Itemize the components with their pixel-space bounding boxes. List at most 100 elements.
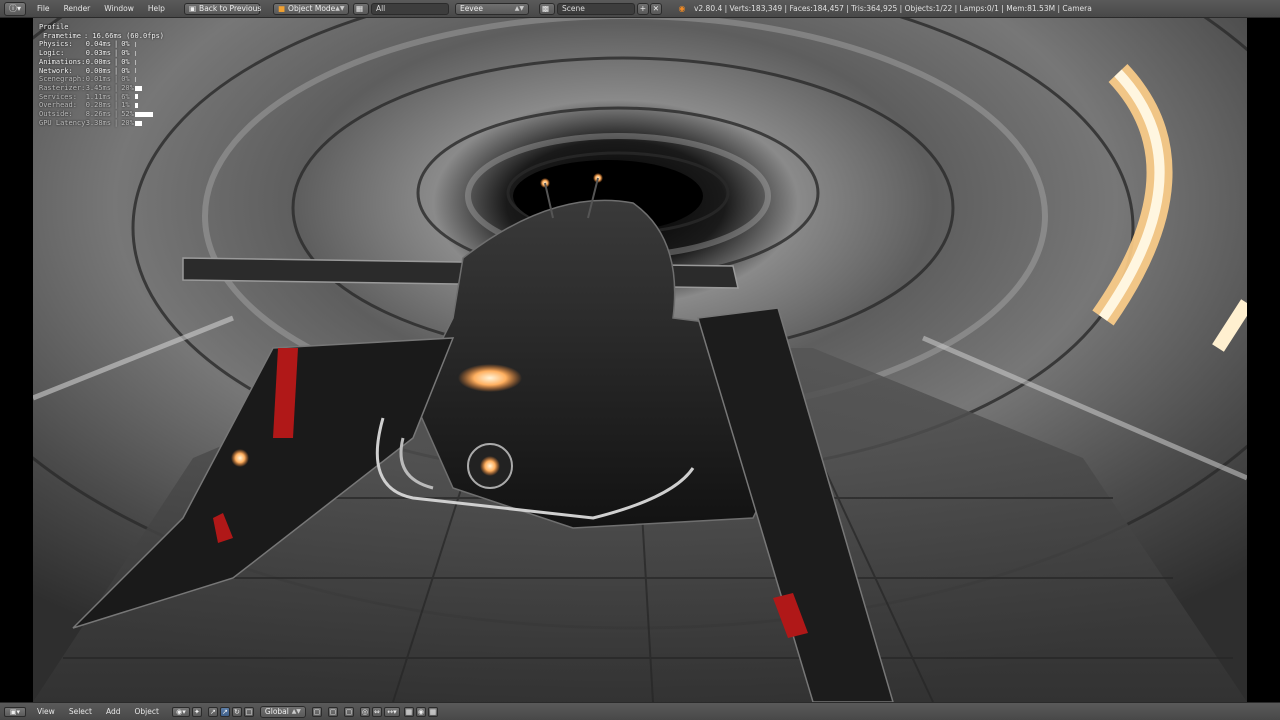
editor-type-icon[interactable]: ▣▾ xyxy=(4,706,26,717)
layer-toggle-icon[interactable]: ▢ xyxy=(311,706,322,717)
rotate-manipulator-icon[interactable]: ↻ xyxy=(231,706,242,717)
viewport-letterbox-left xyxy=(0,18,33,702)
menu-select[interactable]: Select xyxy=(62,707,99,716)
menu-file[interactable]: File xyxy=(30,4,57,13)
profile-row-percent: 0% xyxy=(121,75,130,84)
profile-row-separator: | xyxy=(114,110,119,119)
profile-row: Overhead: 0.28ms | 1% xyxy=(39,101,164,110)
translate-manipulator-icon[interactable]: ↗ xyxy=(219,706,230,717)
3d-view-header: ▣▾ View Select Add Object ◉▾ ✦ ↗ ↗ ↻ □ G… xyxy=(0,702,1280,720)
scene-render xyxy=(33,18,1247,702)
profile-row-name: Scenegraph: xyxy=(39,75,86,84)
menu-render[interactable]: Render xyxy=(57,4,98,13)
scene-field[interactable]: Scene xyxy=(556,2,635,15)
render-engine-label: Eevee xyxy=(459,4,483,13)
scale-manipulator-icon[interactable]: □ xyxy=(243,706,254,717)
snap-toggle-icon[interactable]: ⇔ xyxy=(371,706,382,717)
screen-layout-icon[interactable]: ▦ xyxy=(352,2,369,15)
scene-statistics: v2.80.4 | Verts:183,349 | Faces:184,457 … xyxy=(693,4,1092,13)
profile-row: Network: 0.00ms | 0% xyxy=(39,67,164,76)
profile-row-bar xyxy=(135,111,154,117)
profile-row-time: 3.45ms xyxy=(85,83,111,92)
layout-field[interactable]: All xyxy=(370,2,449,15)
profile-row-bar xyxy=(135,85,143,91)
render-preview-icon[interactable]: ▦ xyxy=(403,706,414,717)
profile-row-percent: 20% xyxy=(121,118,134,127)
profile-row-bar xyxy=(135,120,143,126)
blender-logo-icon: ◉ xyxy=(678,4,686,13)
profile-row-percent: 0% xyxy=(121,66,130,75)
viewport-letterbox-right xyxy=(1247,18,1280,702)
profile-rows: Frametime: 16.66ms (60.0fps) Physics: 0.04… xyxy=(39,32,164,128)
pivot-point-icon[interactable]: ✦ xyxy=(191,706,202,717)
opengl-render-icon[interactable]: ▦ xyxy=(427,706,438,717)
camera-render-icon[interactable]: ◉ xyxy=(415,706,426,717)
profile-row-name: Physics: xyxy=(39,40,73,49)
layout-field-value: All xyxy=(375,4,386,13)
editor-type-icon[interactable]: ⓘ▾ xyxy=(4,1,26,16)
profile-row: Physics: 0.04ms | 0% xyxy=(39,40,164,49)
profile-row-bar xyxy=(135,42,137,48)
profile-row-name: Outside: xyxy=(39,110,73,119)
mode-label: Object Mode xyxy=(288,4,336,13)
profile-row-time: 0.04ms xyxy=(85,40,111,49)
profile-row-separator: | xyxy=(114,75,119,84)
menu-object[interactable]: Object xyxy=(127,707,165,716)
profile-row-separator: | xyxy=(114,49,119,58)
profile-row-percent: 0% xyxy=(121,49,130,58)
transform-orientation-selector[interactable]: Global ▲▼ xyxy=(259,705,306,718)
profile-row: Scenegraph: 0.01ms | 0% xyxy=(39,75,164,84)
3d-viewport[interactable]: Profile Frametime: 16.66ms (60.0fps) Phys… xyxy=(33,18,1247,702)
profile-row-percent: 0% xyxy=(121,40,130,49)
profile-row-percent: 0% xyxy=(121,57,130,66)
profile-row-name: Animations: xyxy=(39,57,86,66)
profile-row-name: GPU Latency: xyxy=(39,118,90,127)
profile-row-time: 0.00ms xyxy=(85,57,111,66)
profile-row-bar xyxy=(135,94,139,100)
profile-row-bar xyxy=(135,77,137,83)
profile-row-time: 0.03ms xyxy=(85,49,111,58)
profile-row: Logic: 0.03ms | 0% xyxy=(39,49,164,58)
chevron-down-icon: ▲▼ xyxy=(514,5,524,12)
close-scene-button[interactable]: ✕ xyxy=(649,2,662,15)
object-mode-icon: ■ xyxy=(277,4,286,13)
profile-row-name: Rasterizer: xyxy=(39,83,86,92)
menu-window[interactable]: Window xyxy=(97,4,141,13)
scene-type-icon[interactable]: ▩ xyxy=(538,2,555,15)
menu-help[interactable]: Help xyxy=(141,4,172,13)
profile-row-name: Logic: xyxy=(39,49,65,58)
chevron-down-icon: ▲▼ xyxy=(335,5,345,12)
chevron-down-icon: ▲▼ xyxy=(291,708,301,715)
back-to-previous-label: Back to Previous xyxy=(199,4,262,13)
profile-row-time: 8.26ms xyxy=(85,110,111,119)
back-icon: ▣ xyxy=(188,4,197,13)
render-engine-selector[interactable]: Eevee ▲▼ xyxy=(454,2,529,15)
layer-toggle-icon[interactable]: ▢ xyxy=(327,706,338,717)
mode-selector[interactable]: ■ Object Mode ▲▼ xyxy=(272,2,349,15)
snap-element-icon[interactable]: ↔▾ xyxy=(383,706,400,717)
profile-row: GPU Latency: 3.38ms | 20% xyxy=(39,119,164,128)
viewport-shading-icon[interactable]: ◉▾ xyxy=(171,706,190,717)
profile-row-separator: | xyxy=(114,118,119,127)
profile-row-name: Network: xyxy=(39,66,73,75)
profile-overlay: Profile Frametime: 16.66ms (60.0fps) Phys… xyxy=(39,23,164,127)
transform-orientation-label: Global xyxy=(264,707,289,716)
menu-add[interactable]: Add xyxy=(99,707,128,716)
profile-row-percent: 52% xyxy=(121,110,134,119)
back-to-previous-button[interactable]: ▣ Back to Previous xyxy=(183,2,262,15)
add-scene-button[interactable]: + xyxy=(636,2,649,15)
layer-toggle-icon[interactable]: ▢ xyxy=(343,706,354,717)
profile-row-bar xyxy=(135,50,137,56)
manipulator-toggle-icon[interactable]: ↗ xyxy=(207,706,218,717)
proportional-edit-icon[interactable]: ◎ xyxy=(359,706,370,717)
profile-row: Rasterizer: 3.45ms | 20% xyxy=(39,84,164,93)
profile-row-time: 0.00ms xyxy=(85,66,111,75)
profile-row-separator: | xyxy=(114,66,119,75)
menu-view[interactable]: View xyxy=(30,707,62,716)
profile-row-bar xyxy=(135,103,139,109)
profile-row-time: 0.01ms xyxy=(85,75,111,84)
profile-row-separator: | xyxy=(114,40,119,49)
profile-title: Profile xyxy=(39,23,69,31)
profile-row-name: Overhead: xyxy=(39,101,77,110)
profile-row-percent: 1% xyxy=(121,101,130,110)
